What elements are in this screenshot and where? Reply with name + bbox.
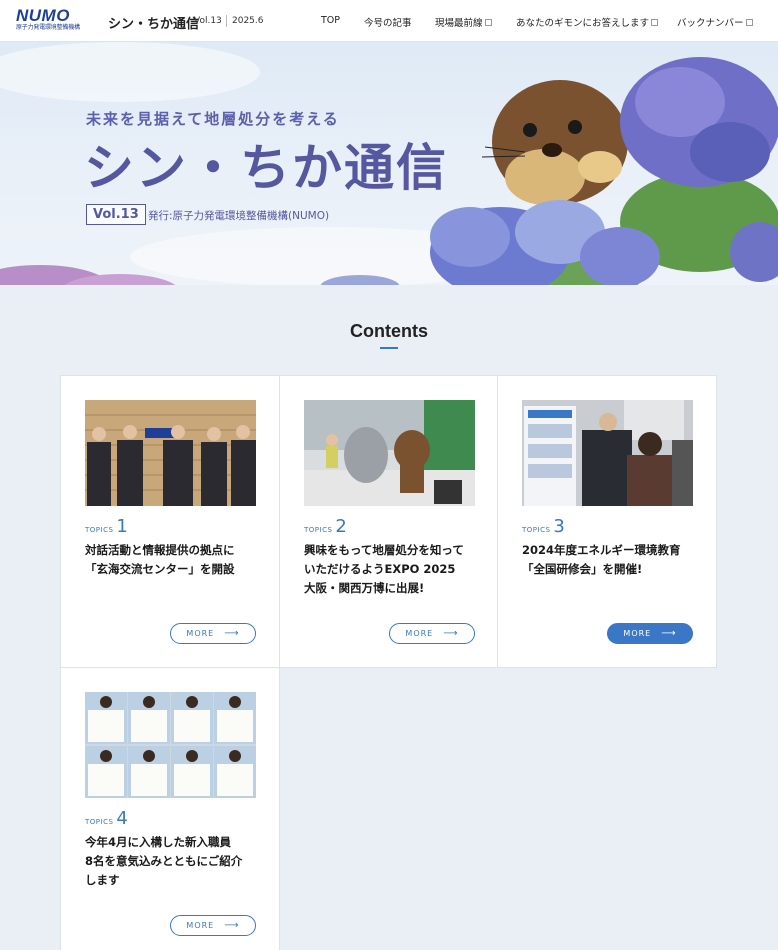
topic-3-more-button[interactable]: MORE ⟶ (607, 623, 693, 644)
topic-3-photo (522, 400, 693, 506)
contents-heading-underline (380, 347, 398, 349)
title-line: 今年4月に入構した新入職員 (85, 835, 232, 849)
nav-this-issue[interactable]: 今号の記事 (364, 15, 412, 29)
site-header: NUMO 原子力発電環境整備機構 シン・ちか通信 Vol.13 2025.6 T… (0, 0, 778, 42)
topic-number: 3 (553, 516, 565, 537)
hero-vol-badge: Vol.13 (86, 204, 146, 225)
topic-1-title: 対話活動と情報提供の拠点に 「玄海交流センター」を開設 (85, 541, 261, 579)
topics-text: TOPICS (85, 818, 114, 826)
logo-subtext: 原子力発電環境整備機構 (16, 24, 80, 31)
topic-number: 2 (335, 516, 347, 537)
topic-2-more-button[interactable]: MORE ⟶ (389, 623, 475, 644)
arrow-right-icon: ⟶ (661, 628, 677, 639)
arrow-right-icon: ⟶ (224, 628, 240, 639)
topics-text: TOPICS (522, 526, 551, 534)
title-line: します (85, 873, 120, 887)
hero-subtitle: 未来を見据えて地層処分を考える (86, 110, 340, 128)
header-vol: Vol.13 (194, 16, 222, 26)
topic-3-label: TOPICS 3 (522, 516, 565, 537)
more-label: MORE (186, 629, 215, 638)
header-divider (226, 15, 227, 27)
site-title[interactable]: シン・ちか通信 (108, 13, 199, 32)
external-link-icon (651, 19, 659, 26)
external-link-icon (745, 19, 753, 26)
topic-4-more-button[interactable]: MORE ⟶ (170, 915, 256, 936)
contents-heading: Contents (350, 321, 428, 341)
nav-backnumber[interactable]: バックナンバー (677, 15, 753, 29)
nav-backnumber-label: バックナンバー (677, 18, 744, 29)
nav-this-issue-label: 今号の記事 (364, 18, 412, 29)
header-date: 2025.6 (232, 16, 264, 26)
more-label: MORE (186, 921, 215, 930)
hero-banner: 未来を見据えて地層処分を考える シン・ちか通信 Vol.13 発行:原子力発電環… (0, 42, 778, 285)
more-label: MORE (623, 629, 652, 638)
topic-4-photo (85, 692, 256, 798)
nav-faq-label: あなたのギモンにお答えします (516, 18, 650, 29)
topic-3-title: 2024年度エネルギー環境教育 「全国研修会」を開催! (522, 541, 698, 579)
numo-logo[interactable]: NUMO 原子力発電環境整備機構 (16, 6, 92, 32)
hero-title: シン・ちか通信 (84, 139, 448, 197)
title-line: 興味をもって地層処分を知って (304, 543, 464, 557)
topic-4-label: TOPICS 4 (85, 808, 128, 829)
topic-number: 1 (116, 516, 128, 537)
title-line: 大阪・関西万博に出展! (304, 581, 425, 595)
topic-number: 4 (116, 808, 128, 829)
nav-frontline[interactable]: 現場最前線 (435, 15, 492, 29)
topic-card-4[interactable]: TOPICS 4 今年4月に入構した新入職員 8名を意気込みとともにご紹介 します… (60, 667, 280, 950)
topic-4-title: 今年4月に入構した新入職員 8名を意気込みとともにご紹介 します (85, 833, 261, 890)
nav-frontline-label: 現場最前線 (435, 18, 483, 29)
topic-1-photo (85, 400, 256, 506)
title-line: 8名を意気込みとともにご紹介 (85, 854, 243, 868)
topics-text: TOPICS (304, 526, 333, 534)
external-link-icon (484, 19, 492, 26)
topic-1-label: TOPICS 1 (85, 516, 128, 537)
nav-top-label: TOP (321, 15, 341, 26)
topic-2-title: 興味をもって地層処分を知って いただけるようEXPO 2025 大阪・関西万博に… (304, 541, 480, 598)
topic-card-1[interactable]: TOPICS 1 対話活動と情報提供の拠点に 「玄海交流センター」を開設 MORE… (60, 375, 280, 668)
topic-1-more-button[interactable]: MORE ⟶ (170, 623, 256, 644)
topic-card-3[interactable]: TOPICS 3 2024年度エネルギー環境教育 「全国研修会」を開催! MORE… (497, 375, 717, 668)
title-line: 対話活動と情報提供の拠点に (85, 543, 235, 557)
topic-2-photo (304, 400, 475, 506)
more-label: MORE (405, 629, 434, 638)
title-line: 「全国研修会」を開催! (522, 562, 643, 576)
title-line: いただけるようEXPO 2025 (304, 562, 456, 576)
nav-faq[interactable]: あなたのギモンにお答えします (516, 15, 659, 29)
nav-top[interactable]: TOP (321, 15, 340, 26)
arrow-right-icon: ⟶ (443, 628, 459, 639)
title-line: 2024年度エネルギー環境教育 (522, 543, 681, 557)
arrow-right-icon: ⟶ (224, 920, 240, 931)
topic-2-label: TOPICS 2 (304, 516, 347, 537)
title-line: 「玄海交流センター」を開設 (85, 562, 235, 576)
topic-card-2[interactable]: TOPICS 2 興味をもって地層処分を知って いただけるようEXPO 2025 … (279, 375, 498, 668)
hero-publisher: 発行:原子力発電環境整備機構(NUMO) (148, 210, 330, 222)
topics-text: TOPICS (85, 526, 114, 534)
logo-text: NUMO (16, 6, 70, 25)
